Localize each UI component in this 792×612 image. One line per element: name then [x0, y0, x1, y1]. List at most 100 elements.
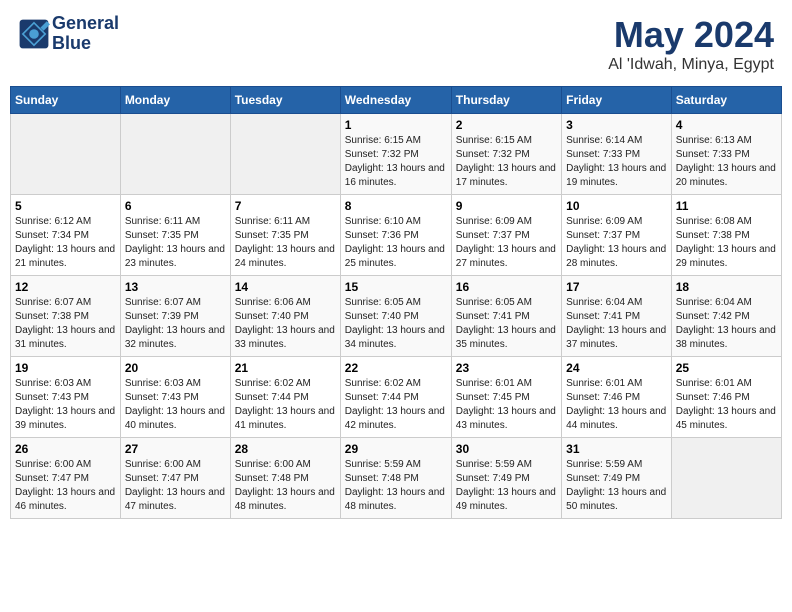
- day-number: 14: [235, 280, 336, 294]
- calendar-week-1: 1 Sunrise: 6:15 AM Sunset: 7:32 PM Daylig…: [11, 114, 782, 195]
- calendar-cell: 23 Sunrise: 6:01 AM Sunset: 7:45 PM Dayli…: [451, 357, 561, 438]
- calendar-cell: 18 Sunrise: 6:04 AM Sunset: 7:42 PM Dayli…: [671, 276, 781, 357]
- calendar-cell: 26 Sunrise: 6:00 AM Sunset: 7:47 PM Dayli…: [11, 438, 121, 519]
- calendar-cell: 8 Sunrise: 6:10 AM Sunset: 7:36 PM Daylig…: [340, 195, 451, 276]
- calendar-cell: 31 Sunrise: 5:59 AM Sunset: 7:49 PM Dayli…: [562, 438, 672, 519]
- day-info: Sunrise: 6:12 AM Sunset: 7:34 PM Dayligh…: [15, 215, 116, 271]
- day-number: 6: [125, 199, 226, 213]
- logo-line2: Blue: [52, 34, 119, 54]
- logo-text: General Blue: [52, 14, 119, 54]
- day-number: 15: [345, 280, 447, 294]
- calendar-table: SundayMondayTuesdayWednesdayThursdayFrid…: [10, 86, 782, 519]
- calendar-cell: 16Sunrise: 6:05 AM Sunset: 7:41 PM Dayli…: [451, 276, 561, 357]
- calendar-body: 1 Sunrise: 6:15 AM Sunset: 7:32 PM Daylig…: [11, 114, 782, 519]
- calendar-week-3: 12Sunrise: 6:07 AM Sunset: 7:38 PM Dayli…: [11, 276, 782, 357]
- calendar-cell: 15 Sunrise: 6:05 AM Sunset: 7:40 PM Dayli…: [340, 276, 451, 357]
- day-info: Sunrise: 6:15 AM Sunset: 7:32 PM Dayligh…: [456, 134, 557, 190]
- calendar-cell: [671, 438, 781, 519]
- day-number: 10: [566, 199, 667, 213]
- calendar-week-4: 19 Sunrise: 6:03 AM Sunset: 7:43 PM Dayli…: [11, 357, 782, 438]
- calendar-week-2: 5 Sunrise: 6:12 AM Sunset: 7:34 PM Daylig…: [11, 195, 782, 276]
- logo-icon: [18, 18, 50, 50]
- calendar-cell: 19Sunrise: 6:03 AM Sunset: 7:43 PM Dayli…: [11, 357, 121, 438]
- day-number: 3: [566, 118, 667, 132]
- day-number: 1: [345, 118, 447, 132]
- day-info: Sunrise: 6:09 AM Sunset: 7:37 PM Dayligh…: [456, 215, 557, 271]
- day-number: 20: [125, 361, 226, 375]
- day-info: Sunrise: 6:05 AM Sunset: 7:40 PM Dayligh…: [345, 296, 447, 352]
- day-info: Sunrise: 6:11 AM Sunset: 7:35 PM Dayligh…: [125, 215, 226, 271]
- day-info: Sunrise: 5:59 AM Sunset: 7:49 PM Dayligh…: [566, 458, 667, 514]
- calendar-cell: 25Sunrise: 6:01 AM Sunset: 7:46 PM Dayli…: [671, 357, 781, 438]
- weekday-header-friday: Friday: [562, 87, 672, 114]
- day-number: 19: [15, 361, 116, 375]
- day-number: 23: [456, 361, 557, 375]
- day-info: Sunrise: 6:01 AM Sunset: 7:45 PM Dayligh…: [456, 377, 557, 433]
- calendar-cell: 27Sunrise: 6:00 AM Sunset: 7:47 PM Dayli…: [120, 438, 230, 519]
- day-info: Sunrise: 6:07 AM Sunset: 7:38 PM Dayligh…: [15, 296, 116, 352]
- day-info: Sunrise: 6:07 AM Sunset: 7:39 PM Dayligh…: [125, 296, 226, 352]
- day-info: Sunrise: 6:00 AM Sunset: 7:47 PM Dayligh…: [15, 458, 116, 514]
- day-number: 21: [235, 361, 336, 375]
- weekday-header-monday: Monday: [120, 87, 230, 114]
- day-info: Sunrise: 6:15 AM Sunset: 7:32 PM Dayligh…: [345, 134, 447, 190]
- calendar-header: SundayMondayTuesdayWednesdayThursdayFrid…: [11, 87, 782, 114]
- day-info: Sunrise: 6:08 AM Sunset: 7:38 PM Dayligh…: [676, 215, 777, 271]
- calendar-cell: 20 Sunrise: 6:03 AM Sunset: 7:43 PM Dayli…: [120, 357, 230, 438]
- day-number: 11: [676, 199, 777, 213]
- weekday-header-wednesday: Wednesday: [340, 87, 451, 114]
- calendar-cell: 9 Sunrise: 6:09 AM Sunset: 7:37 PM Daylig…: [451, 195, 561, 276]
- day-info: Sunrise: 6:01 AM Sunset: 7:46 PM Dayligh…: [566, 377, 667, 433]
- day-info: Sunrise: 6:02 AM Sunset: 7:44 PM Dayligh…: [345, 377, 447, 433]
- day-number: 28: [235, 442, 336, 456]
- calendar-week-5: 26 Sunrise: 6:00 AM Sunset: 7:47 PM Dayli…: [11, 438, 782, 519]
- logo-line1: General: [52, 14, 119, 34]
- day-number: 27: [125, 442, 226, 456]
- day-info: Sunrise: 6:00 AM Sunset: 7:48 PM Dayligh…: [235, 458, 336, 514]
- calendar-cell: 17Sunrise: 6:04 AM Sunset: 7:41 PM Dayli…: [562, 276, 672, 357]
- day-number: 17: [566, 280, 667, 294]
- day-number: 5: [15, 199, 116, 213]
- calendar-cell: [230, 114, 340, 195]
- day-info: Sunrise: 6:03 AM Sunset: 7:43 PM Dayligh…: [125, 377, 226, 433]
- day-info: Sunrise: 6:14 AM Sunset: 7:33 PM Dayligh…: [566, 134, 667, 190]
- weekday-header-tuesday: Tuesday: [230, 87, 340, 114]
- calendar-cell: 14 Sunrise: 6:06 AM Sunset: 7:40 PM Dayli…: [230, 276, 340, 357]
- weekday-header-saturday: Saturday: [671, 87, 781, 114]
- calendar-cell: 7 Sunrise: 6:11 AM Sunset: 7:35 PM Daylig…: [230, 195, 340, 276]
- calendar-cell: 11 Sunrise: 6:08 AM Sunset: 7:38 PM Dayli…: [671, 195, 781, 276]
- day-number: 30: [456, 442, 557, 456]
- day-number: 26: [15, 442, 116, 456]
- day-info: Sunrise: 6:11 AM Sunset: 7:35 PM Dayligh…: [235, 215, 336, 271]
- calendar-cell: 5 Sunrise: 6:12 AM Sunset: 7:34 PM Daylig…: [11, 195, 121, 276]
- day-info: Sunrise: 6:09 AM Sunset: 7:37 PM Dayligh…: [566, 215, 667, 271]
- calendar-cell: 22 Sunrise: 6:02 AM Sunset: 7:44 PM Dayli…: [340, 357, 451, 438]
- calendar-cell: 1 Sunrise: 6:15 AM Sunset: 7:32 PM Daylig…: [340, 114, 451, 195]
- day-info: Sunrise: 5:59 AM Sunset: 7:48 PM Dayligh…: [345, 458, 447, 514]
- day-info: Sunrise: 6:10 AM Sunset: 7:36 PM Dayligh…: [345, 215, 447, 271]
- day-number: 9: [456, 199, 557, 213]
- day-number: 8: [345, 199, 447, 213]
- day-info: Sunrise: 6:06 AM Sunset: 7:40 PM Dayligh…: [235, 296, 336, 352]
- title-area: May 2024 Al 'Idwah, Minya, Egypt: [608, 14, 774, 74]
- day-number: 31: [566, 442, 667, 456]
- weekday-header-row: SundayMondayTuesdayWednesdayThursdayFrid…: [11, 87, 782, 114]
- calendar-cell: 6 Sunrise: 6:11 AM Sunset: 7:35 PM Daylig…: [120, 195, 230, 276]
- location-title: Al 'Idwah, Minya, Egypt: [608, 56, 774, 74]
- calendar-cell: 24Sunrise: 6:01 AM Sunset: 7:46 PM Dayli…: [562, 357, 672, 438]
- calendar-cell: 13Sunrise: 6:07 AM Sunset: 7:39 PM Dayli…: [120, 276, 230, 357]
- weekday-header-sunday: Sunday: [11, 87, 121, 114]
- day-info: Sunrise: 5:59 AM Sunset: 7:49 PM Dayligh…: [456, 458, 557, 514]
- header: General Blue May 2024 Al 'Idwah, Minya, …: [10, 10, 782, 78]
- day-info: Sunrise: 6:04 AM Sunset: 7:42 PM Dayligh…: [676, 296, 777, 352]
- month-title: May 2024: [608, 14, 774, 56]
- day-number: 25: [676, 361, 777, 375]
- day-info: Sunrise: 6:05 AM Sunset: 7:41 PM Dayligh…: [456, 296, 557, 352]
- weekday-header-thursday: Thursday: [451, 87, 561, 114]
- day-number: 18: [676, 280, 777, 294]
- calendar-cell: 10 Sunrise: 6:09 AM Sunset: 7:37 PM Dayli…: [562, 195, 672, 276]
- day-number: 22: [345, 361, 447, 375]
- calendar-cell: 28 Sunrise: 6:00 AM Sunset: 7:48 PM Dayli…: [230, 438, 340, 519]
- day-number: 7: [235, 199, 336, 213]
- calendar-cell: 21Sunrise: 6:02 AM Sunset: 7:44 PM Dayli…: [230, 357, 340, 438]
